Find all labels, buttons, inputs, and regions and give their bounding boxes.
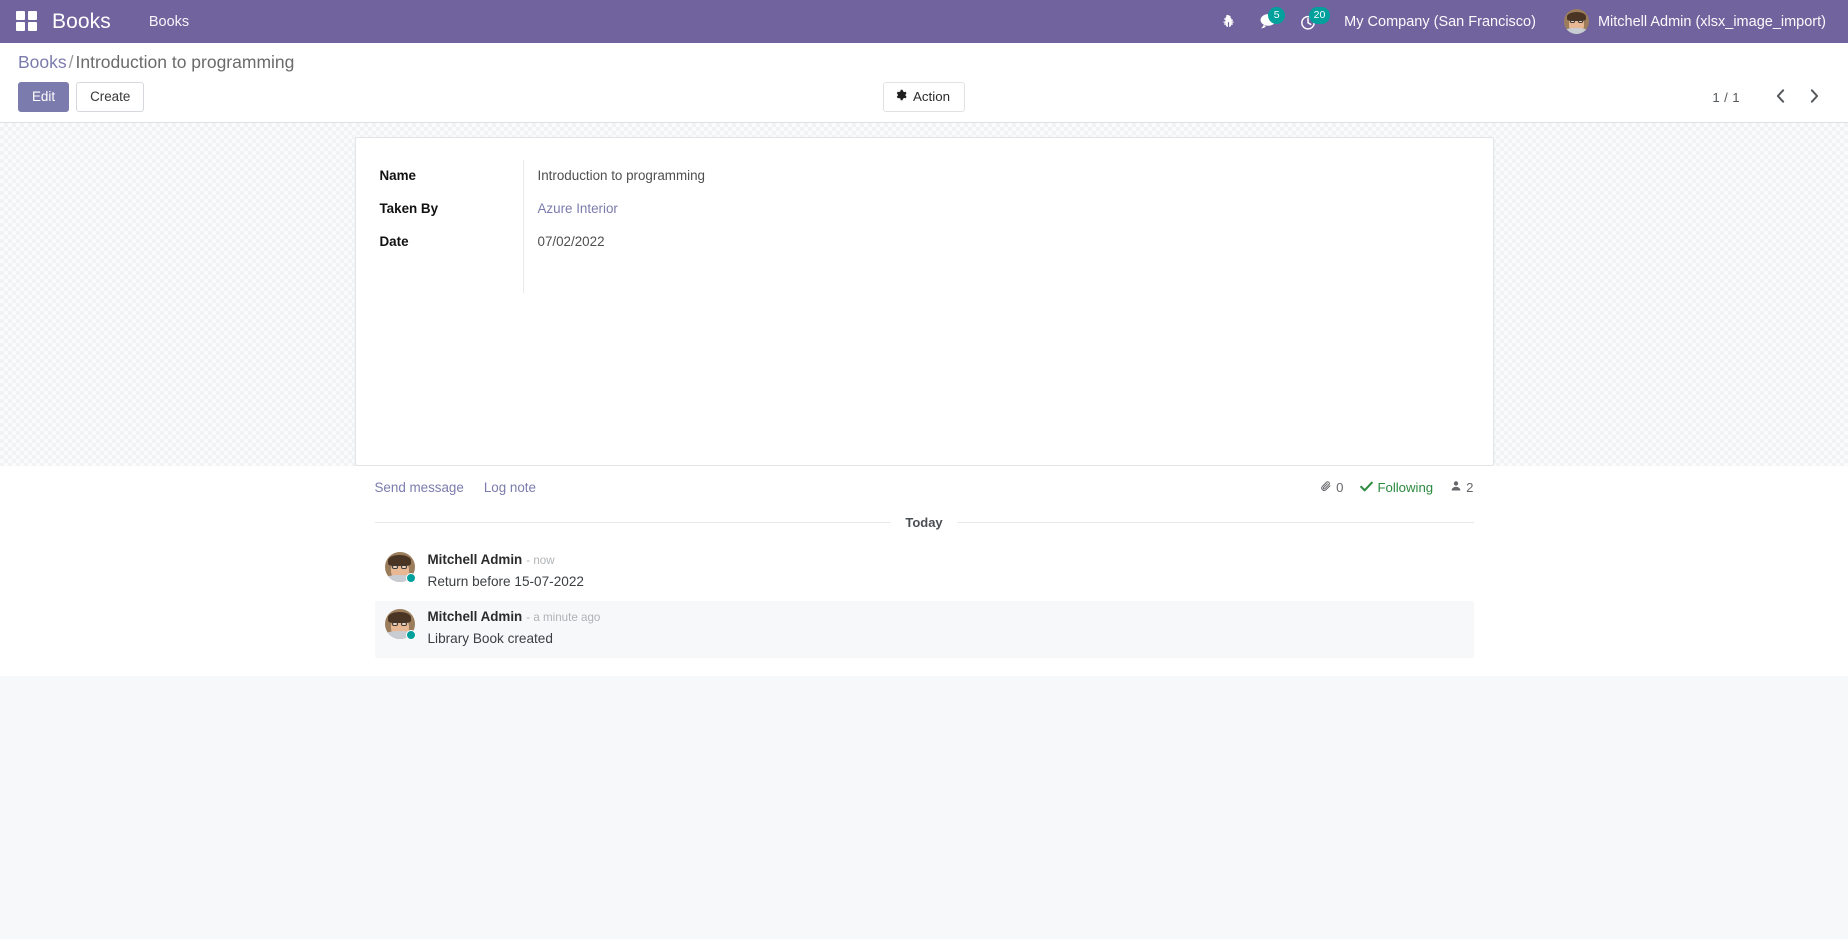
page-footer-blank — [0, 675, 1848, 883]
app-brand-books[interactable]: Books — [52, 11, 111, 32]
field-value-date: 07/02/2022 — [522, 226, 1493, 260]
form-field-table: Name Introduction to programming Taken B… — [379, 160, 1493, 294]
field-value-taken-by[interactable]: Azure Interior — [522, 193, 1493, 227]
user-avatar — [1563, 9, 1589, 34]
pager-previous-icon[interactable] — [1765, 86, 1796, 109]
message-header: Mitchell Admin - now — [428, 550, 1464, 570]
paperclip-icon — [1320, 480, 1332, 495]
followers-count-label: 2 — [1466, 480, 1474, 496]
date-separator-line-right — [956, 522, 1474, 524]
top-navbar: Books Books 5 20 My Company (San Francis… — [0, 0, 1848, 43]
message-avatar-wrap — [384, 609, 416, 640]
online-status-dot — [405, 630, 416, 640]
field-label-name: Name — [379, 168, 416, 184]
chatter-meta: 0 Following 2 — [1320, 480, 1474, 496]
message-body: Mitchell Admin - a minute ago Library Boo… — [428, 607, 1464, 649]
edit-button[interactable]: Edit — [18, 81, 70, 113]
chatter: Send message Log note 0 Following 2 Toda… — [355, 466, 1494, 675]
pager-counter: 1 / 1 — [1712, 89, 1740, 105]
message-author-name: Mitchell Admin — [427, 552, 523, 568]
field-label-taken-by: Taken By — [379, 201, 439, 217]
chatter-container: Send message Log note 0 Following 2 Toda… — [0, 466, 1848, 676]
message-author-name: Mitchell Admin — [427, 609, 523, 624]
messages-badge: 5 — [1268, 7, 1286, 24]
breadcrumb-current-record: Introduction to programming — [75, 52, 295, 72]
field-label-date: Date — [379, 234, 409, 250]
check-icon — [1360, 480, 1374, 495]
user-name-label: Mitchell Admin (xlsx_image_import) — [1597, 13, 1826, 30]
form-background: Name Introduction to programming Taken B… — [0, 123, 1848, 467]
form-row-date: Date 07/02/2022 — [379, 226, 1493, 260]
action-button-label: Action — [912, 89, 951, 105]
message-text: Return before 15-07-2022 — [427, 574, 584, 590]
action-button[interactable]: Action — [882, 82, 966, 113]
control-panel-center: Action — [882, 82, 966, 113]
message-header: Mitchell Admin - a minute ago — [428, 607, 1464, 627]
activities-badge: 20 — [1309, 7, 1330, 24]
message-text: Library Book created — [427, 631, 553, 646]
menu-item-books[interactable]: Books — [141, 8, 197, 36]
apps-grid-icon[interactable] — [16, 10, 38, 33]
pager-next-icon[interactable] — [1799, 86, 1830, 109]
online-status-dot — [405, 573, 416, 584]
activities-icon[interactable]: 20 — [1288, 0, 1330, 43]
control-panel: Books / Introduction to programming Edit C… — [0, 43, 1848, 124]
navbar-right-section: 5 20 My Company (San Francisco) Mitchell… — [1210, 0, 1830, 43]
following-toggle[interactable]: Following — [1360, 480, 1433, 495]
breadcrumb-separator: / — [68, 52, 74, 72]
form-column-divider-tail — [522, 259, 1493, 294]
send-message-button[interactable]: Send message — [375, 480, 464, 495]
field-value-name: Introduction to programming — [522, 160, 1493, 194]
message-body: Mitchell Admin - now Return before 15-07-… — [428, 550, 1464, 592]
date-separator-line-left — [374, 522, 892, 524]
message-avatar-wrap — [384, 552, 416, 584]
user-icon — [1450, 480, 1462, 495]
user-menu[interactable]: Mitchell Admin (xlsx_image_import) — [1552, 9, 1830, 34]
company-switcher[interactable]: My Company (San Francisco) — [1328, 14, 1552, 30]
form-row-name: Name Introduction to programming — [379, 160, 1493, 194]
create-button[interactable]: Create — [76, 81, 145, 113]
followers-counter[interactable]: 2 — [1450, 480, 1474, 496]
form-sheet: Name Introduction to programming Taken B… — [354, 137, 1494, 467]
form-row-taken-by: Taken By Azure Interior — [379, 193, 1493, 227]
messages-icon[interactable]: 5 — [1247, 0, 1288, 43]
breadcrumb: Books / Introduction to programming — [18, 52, 1830, 74]
message-timestamp: - now — [526, 554, 555, 568]
message-timestamp: - a minute ago — [526, 611, 601, 624]
message-item: Mitchell Admin - a minute ago Library Boo… — [374, 601, 1474, 658]
log-note-button[interactable]: Log note — [484, 480, 536, 495]
pager: 1 / 1 — [1712, 86, 1830, 109]
bug-icon[interactable] — [1210, 0, 1247, 43]
date-separator: Today — [374, 515, 1474, 531]
attachment-count-label: 0 — [1336, 480, 1344, 496]
following-label: Following — [1377, 480, 1434, 496]
chatter-toolbar: Send message Log note 0 Following 2 — [375, 480, 1474, 511]
message-item: Mitchell Admin - now Return before 15-07-… — [375, 544, 1474, 601]
date-separator-label: Today — [905, 515, 943, 531]
breadcrumb-root-books[interactable]: Books — [18, 52, 67, 72]
attachment-counter[interactable]: 0 — [1320, 480, 1343, 495]
gear-icon — [895, 89, 907, 104]
control-panel-buttons-row: Edit Create Action 1 / 1 — [18, 81, 1830, 113]
